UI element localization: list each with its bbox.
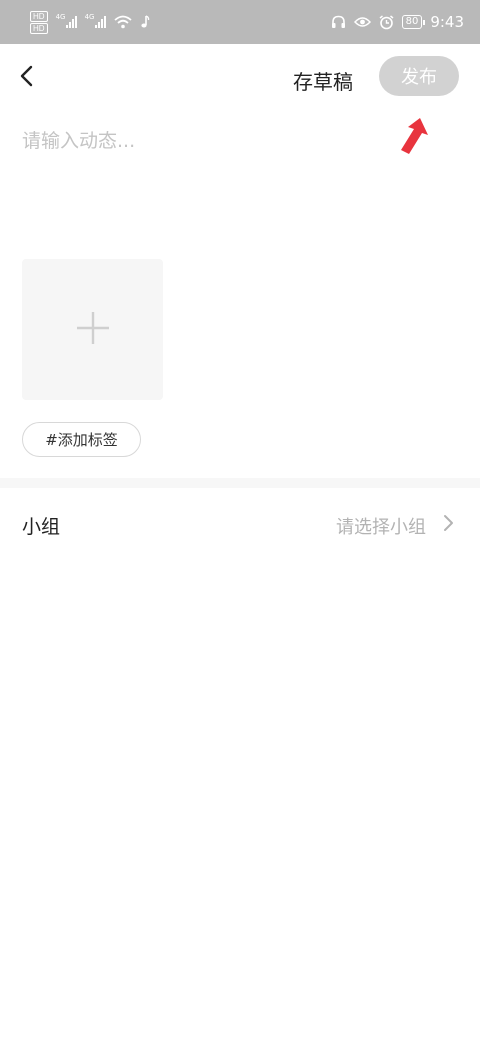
section-divider bbox=[0, 478, 480, 488]
status-bar-right: 80 9:43 bbox=[331, 13, 464, 31]
status-bar-left: HD HD 4G 4G bbox=[30, 10, 150, 34]
network-type-2: 4G bbox=[84, 13, 95, 21]
music-note-icon bbox=[140, 15, 150, 29]
hd-indicators: HD HD bbox=[30, 10, 48, 34]
signal-icon-1: 4G bbox=[55, 13, 77, 28]
back-icon[interactable] bbox=[16, 64, 40, 88]
eye-icon bbox=[353, 16, 371, 28]
battery-indicator: 80 bbox=[401, 15, 426, 29]
hd-badge-1: HD bbox=[30, 10, 48, 22]
chevron-right-icon bbox=[442, 514, 454, 532]
group-value: 请选择小组 bbox=[336, 517, 426, 538]
hd-badge-2: HD bbox=[30, 22, 48, 34]
wifi-icon bbox=[113, 15, 132, 29]
status-time: 9:43 bbox=[430, 13, 464, 31]
status-bar: HD HD 4G 4G 80 9:43 bbox=[0, 0, 480, 44]
save-draft-button[interactable]: 存草稿 bbox=[293, 66, 353, 95]
alarm-clock-icon bbox=[379, 14, 394, 30]
headphones-icon bbox=[331, 15, 346, 29]
add-tag-button[interactable]: #添加标签 bbox=[22, 422, 141, 457]
group-label: 小组 bbox=[22, 516, 61, 538]
plus-icon bbox=[75, 310, 111, 350]
red-arrow-annotation bbox=[401, 118, 428, 154]
publish-button[interactable]: 发布 bbox=[379, 56, 459, 96]
group-select-row[interactable]: 小组 请选择小组 bbox=[0, 500, 480, 548]
signal-icon-2: 4G bbox=[84, 13, 106, 28]
add-photo-button[interactable] bbox=[22, 259, 163, 400]
top-nav-bar: 存草稿 发布 bbox=[0, 44, 480, 108]
post-content-input[interactable]: 请输入动态... bbox=[22, 126, 382, 153]
network-type-1: 4G bbox=[55, 13, 66, 21]
